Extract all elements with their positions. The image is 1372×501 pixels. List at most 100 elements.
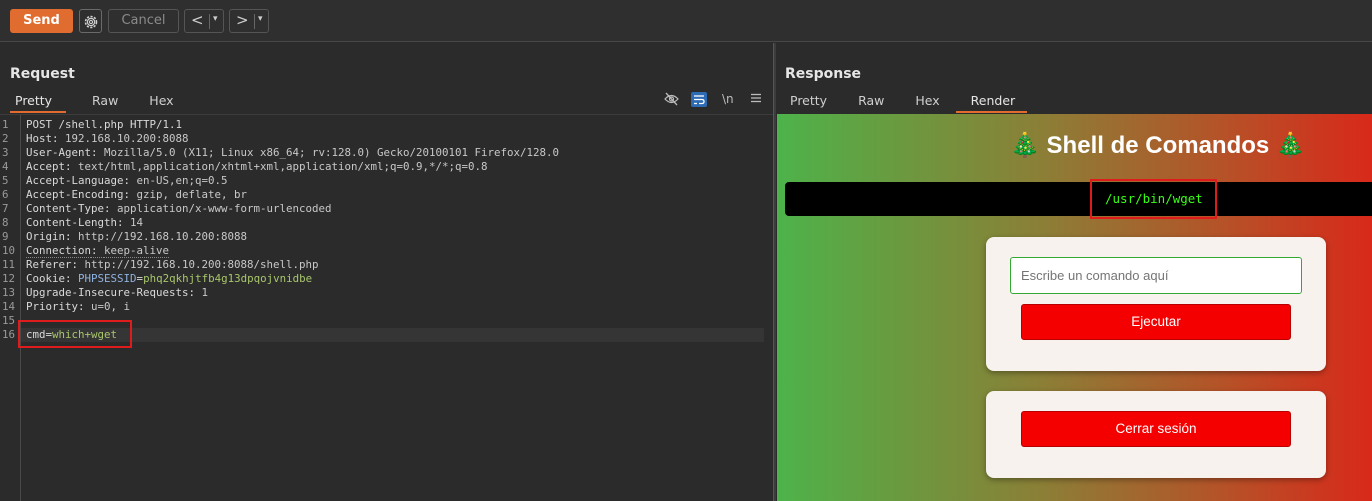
line-number: 11 xyxy=(2,258,16,271)
separator: : xyxy=(71,258,85,271)
separator: : xyxy=(91,146,105,159)
tab-pretty[interactable]: Pretty xyxy=(10,93,66,113)
header-value: 14 xyxy=(130,216,144,229)
header-name: Upgrade-Insecure-Requests xyxy=(26,286,189,299)
line-number: 9 xyxy=(2,230,9,243)
render-heading: 🎄 Shell de Comandos 🎄 xyxy=(1010,132,1306,159)
toolbar: Send Cancel < ▾ > ▾ xyxy=(0,0,1372,42)
header-value: PHPSESSID xyxy=(78,272,137,285)
header-name: Referer xyxy=(26,258,72,271)
divider xyxy=(254,14,255,29)
menu-icon[interactable] xyxy=(750,92,762,107)
header-name: Content-Length xyxy=(26,216,118,229)
execute-button[interactable]: Ejecutar xyxy=(1021,304,1291,340)
line-content: Content-Type: application/x-www-form-url… xyxy=(26,202,332,216)
tab-hex[interactable]: Hex xyxy=(910,93,944,113)
header-name: Accept-Language xyxy=(26,174,124,187)
response-title: Response xyxy=(785,66,862,82)
header-value: 1 xyxy=(201,286,209,299)
line-number: 15 xyxy=(2,314,16,327)
line-content: Content-Length: 14 xyxy=(26,216,143,230)
tab-hex[interactable]: Hex xyxy=(144,93,178,113)
line-content: Upgrade-Insecure-Requests: 1 xyxy=(26,286,208,300)
forward-button[interactable]: > ▾ xyxy=(229,9,269,33)
back-button[interactable]: < ▾ xyxy=(184,9,224,33)
line-number: 8 xyxy=(2,216,9,229)
line-content: Host: 192.168.10.200:8088 xyxy=(26,132,189,146)
header-value: keep-alive xyxy=(104,244,170,258)
separator: : xyxy=(78,300,92,313)
line-content: User-Agent: Mozilla/5.0 (X11; Linux x86_… xyxy=(26,146,559,160)
separator: : xyxy=(91,244,105,258)
header-name: Accept-Encoding xyxy=(26,188,124,201)
line-content: Referer: http://192.168.10.200:8088/shel… xyxy=(26,258,319,272)
line-content: Accept: text/html,application/xhtml+xml,… xyxy=(26,160,488,174)
line-number: 14 xyxy=(2,300,16,313)
line-content: Connection: keep-alive xyxy=(26,244,170,258)
header-name: Connection xyxy=(26,244,92,258)
eye-slash-icon[interactable] xyxy=(664,92,679,109)
line-number: 7 xyxy=(2,202,9,215)
separator: : xyxy=(65,272,79,285)
separator: : xyxy=(188,286,202,299)
send-button[interactable]: Send xyxy=(10,9,73,33)
line-number: 4 xyxy=(2,160,9,173)
chevron-left-icon: < xyxy=(191,11,204,29)
header-value: text/html,application/xhtml+xml,applicat… xyxy=(78,160,488,173)
header-name: User-Agent xyxy=(26,146,92,159)
separator: : xyxy=(52,132,66,145)
separator: : xyxy=(104,202,118,215)
header-name: POST /shell.php HTTP/1.1 xyxy=(26,118,183,131)
separator: : xyxy=(65,160,79,173)
newline-icon[interactable]: \n xyxy=(722,92,734,106)
wrap-icon[interactable] xyxy=(691,92,707,110)
settings-button[interactable] xyxy=(79,9,102,33)
chevron-right-icon: > xyxy=(236,11,249,29)
divider xyxy=(209,14,210,29)
header-value: http://192.168.10.200:8088 xyxy=(78,230,248,243)
line-content: Priority: u=0, i xyxy=(26,300,130,314)
logout-button[interactable]: Cerrar sesión xyxy=(1021,411,1291,447)
line-content: POST /shell.php HTTP/1.1 xyxy=(26,118,182,132)
header-name: Cookie xyxy=(26,272,66,285)
command-output-bar xyxy=(785,182,1372,216)
gear-icon xyxy=(84,15,98,29)
command-input[interactable] xyxy=(1010,257,1302,294)
tab-raw[interactable]: Raw xyxy=(87,93,123,113)
line-number: 16 xyxy=(2,328,16,341)
line-number: 5 xyxy=(2,174,9,187)
request-tabs: Pretty Raw Hex xyxy=(10,93,200,113)
chevron-down-icon[interactable]: ▾ xyxy=(258,14,263,24)
cancel-button[interactable]: Cancel xyxy=(108,9,179,33)
header-name: Host xyxy=(26,132,53,145)
separator: : xyxy=(123,174,137,187)
header-value: Mozilla/5.0 (X11; Linux x86_64; rv:128.0… xyxy=(104,146,560,159)
header-name: Accept xyxy=(26,160,66,173)
request-editor[interactable]: 1 POST /shell.php HTTP/1.1 2 Host: 192.168.… xyxy=(0,114,773,501)
header-value: gzip, deflate, br xyxy=(136,188,248,201)
line-content: Cookie: PHPSESSID=phq2qkhjtfb4g13dpqojvn… xyxy=(26,272,312,286)
current-line-highlight xyxy=(21,328,764,342)
highlight-box-output xyxy=(1090,179,1217,219)
tab-render[interactable]: Render xyxy=(955,93,1027,113)
cookie-value: phq2qkhjtfb4g13dpqojvnidbe xyxy=(143,272,313,285)
panel-divider[interactable] xyxy=(773,43,776,501)
header-value: application/x-www-form-urlencoded xyxy=(117,202,332,215)
line-number: 3 xyxy=(2,146,9,159)
tab-pretty[interactable]: Pretty xyxy=(785,93,832,113)
header-value: u=0, i xyxy=(91,300,131,313)
header-name: Content-Type xyxy=(26,202,105,215)
line-content: Accept-Language: en-US,en;q=0.5 xyxy=(26,174,228,188)
line-gutter xyxy=(20,115,21,501)
tab-raw[interactable]: Raw xyxy=(853,93,889,113)
line-number: 12 xyxy=(2,272,16,285)
header-name: Origin xyxy=(26,230,66,243)
chevron-down-icon[interactable]: ▾ xyxy=(213,14,218,24)
line-number: 6 xyxy=(2,188,9,201)
line-content: Accept-Encoding: gzip, deflate, br xyxy=(26,188,247,202)
line-number: 13 xyxy=(2,286,16,299)
header-value: 192.168.10.200:8088 xyxy=(65,132,189,145)
line-number: 10 xyxy=(2,244,16,257)
request-title: Request xyxy=(10,66,75,82)
separator: : xyxy=(123,188,137,201)
